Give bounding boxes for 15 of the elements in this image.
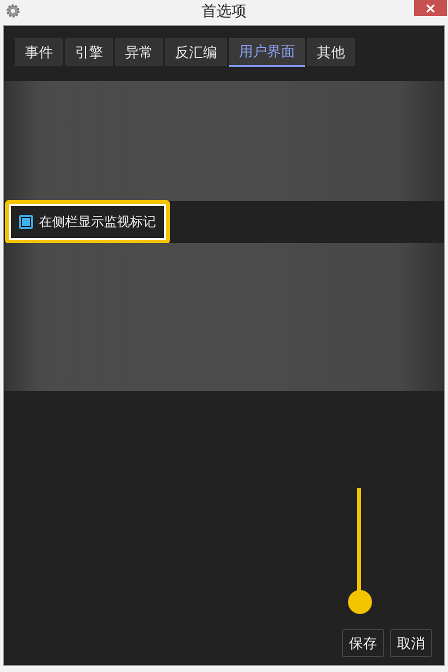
tab[interactable]: 异常 — [115, 38, 163, 66]
option-label: 在侧栏显示监视标记 — [39, 213, 156, 232]
window-title: 首选项 — [202, 2, 246, 22]
gear-icon — [6, 4, 20, 18]
tab[interactable]: 用户界面 — [229, 38, 305, 67]
checkbox[interactable] — [19, 215, 33, 229]
tab[interactable]: 其他 — [307, 38, 355, 66]
close-icon — [426, 4, 435, 12]
dialog-button[interactable]: 取消 — [390, 629, 432, 657]
tab[interactable]: 引擎 — [65, 38, 113, 66]
tab[interactable]: 反汇编 — [165, 38, 227, 66]
checkbox-option[interactable]: 在侧栏显示监视标记 — [11, 206, 164, 238]
tab[interactable]: 事件 — [15, 38, 63, 66]
dialog-button[interactable]: 保存 — [342, 629, 384, 657]
close-button[interactable] — [414, 0, 447, 16]
